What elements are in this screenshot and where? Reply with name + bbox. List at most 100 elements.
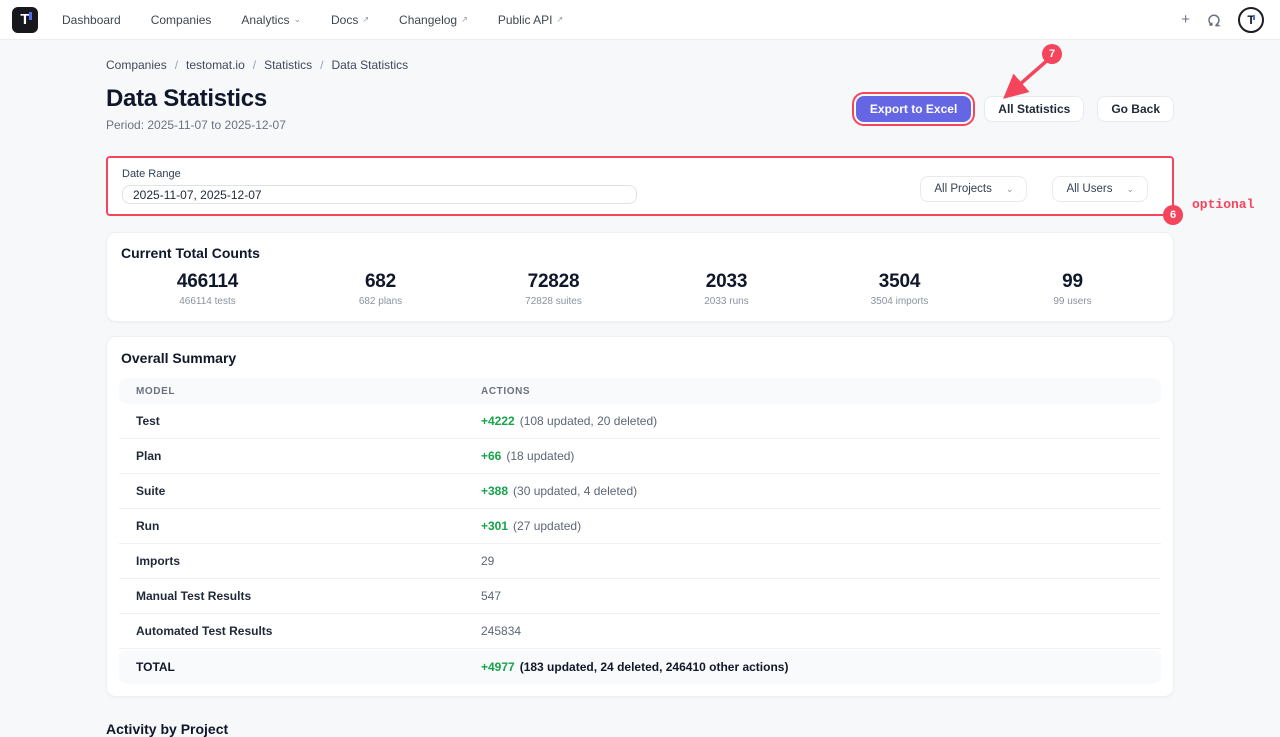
nav-right-controls: + T (1181, 7, 1270, 33)
breadcrumb-companies[interactable]: Companies (106, 58, 167, 72)
count-runs: 2033 2033 runs (640, 271, 813, 307)
nav-item-label: Public API (498, 13, 553, 27)
count-value: 3504 (813, 271, 986, 293)
app-logo[interactable]: T (12, 7, 38, 33)
table-row-manual-test-results: Manual Test Results 547 (119, 579, 1161, 614)
nav-item-analytics[interactable]: Analytics ⌄ (241, 13, 301, 27)
main-content: Companies / testomat.io / Statistics / D… (106, 40, 1174, 737)
count-value: 72828 (467, 271, 640, 293)
breadcrumb-separator: / (175, 58, 178, 72)
breadcrumb-separator: / (253, 58, 256, 72)
count-label: 3504 imports (813, 296, 986, 307)
count-label: 682 plans (294, 296, 467, 307)
detail-text: 29 (481, 554, 494, 568)
detail-text: (30 updated, 4 deleted) (513, 484, 637, 498)
detail-text: (183 updated, 24 deleted, 246410 other a… (520, 660, 789, 674)
count-value: 2033 (640, 271, 813, 293)
detail-text: 245834 (481, 624, 521, 638)
nav-item-label: Analytics (241, 13, 289, 27)
count-suites: 72828 72828 suites (467, 271, 640, 307)
detail-text: 547 (481, 589, 501, 603)
table-row-suite: Suite +388 (30 updated, 4 deleted) (119, 474, 1161, 509)
support-icon[interactable] (1206, 12, 1222, 28)
breadcrumb-separator: / (320, 58, 323, 72)
summary-title: Overall Summary (119, 350, 1161, 366)
nav-item-label: Dashboard (62, 13, 121, 27)
period-text: Period: 2025-11-07 to 2025-12-07 (106, 118, 286, 132)
nav-item-changelog[interactable]: Changelog ↗ (399, 13, 468, 27)
table-row-run: Run +301 (27 updated) (119, 509, 1161, 544)
count-label: 466114 tests (121, 296, 294, 307)
user-avatar[interactable]: T (1238, 7, 1264, 33)
breadcrumb-statistics[interactable]: Statistics (264, 58, 312, 72)
actions-cell: 245834 (481, 624, 1161, 638)
count-label: 2033 runs (640, 296, 813, 307)
count-value: 466114 (121, 271, 294, 293)
detail-text: (18 updated) (506, 449, 574, 463)
external-link-icon: ↗ (362, 16, 369, 24)
nav-item-label: Changelog (399, 13, 457, 27)
annotation-optional-label: optional (1192, 197, 1254, 212)
count-tests: 466114 466114 tests (121, 271, 294, 307)
title-block: Data Statistics Period: 2025-11-07 to 20… (106, 85, 286, 132)
model-cell: Automated Test Results (136, 624, 481, 638)
nav-item-label: Companies (151, 13, 212, 27)
count-value: 99 (986, 271, 1159, 293)
activity-by-project-title: Activity by Project (106, 721, 1174, 737)
table-row-plan: Plan +66 (18 updated) (119, 439, 1161, 474)
chevron-down-icon: ⌄ (293, 15, 301, 24)
users-dropdown-value: All Users (1066, 183, 1112, 195)
nav-item-companies[interactable]: Companies (151, 13, 212, 27)
breadcrumb-company[interactable]: testomat.io (186, 58, 245, 72)
actions-cell: 29 (481, 554, 1161, 568)
actions-cell: +4222 (108 updated, 20 deleted) (481, 414, 1161, 428)
avatar-accent (1253, 15, 1255, 20)
delta-value: +388 (481, 484, 508, 498)
projects-dropdown-value: All Projects (934, 183, 992, 195)
count-label: 99 users (986, 296, 1159, 307)
table-row-total: TOTAL +4977 (183 updated, 24 deleted, 24… (119, 650, 1161, 684)
counts-title: Current Total Counts (121, 245, 1159, 261)
count-label: 72828 suites (467, 296, 640, 307)
count-imports: 3504 3504 imports (813, 271, 986, 307)
model-cell: Test (136, 414, 481, 428)
summary-table: Model Actions Test +4222 (108 updated, 2… (119, 378, 1161, 684)
export-to-excel-button[interactable]: Export to Excel (856, 96, 971, 122)
external-link-icon: ↗ (557, 16, 564, 24)
nav-item-docs[interactable]: Docs ↗ (331, 13, 369, 27)
column-header-model: Model (136, 386, 481, 397)
actions-cell: 547 (481, 589, 1161, 603)
counts-row: 466114 466114 tests 682 682 plans 72828 … (121, 271, 1159, 307)
model-cell: TOTAL (136, 660, 481, 674)
actions-cell: +388 (30 updated, 4 deleted) (481, 484, 1161, 498)
nav-item-dashboard[interactable]: Dashboard (62, 13, 121, 27)
plus-icon[interactable]: + (1181, 12, 1190, 27)
table-header-row: Model Actions (119, 378, 1161, 404)
nav-item-label: Docs (331, 13, 358, 27)
detail-text: (108 updated, 20 deleted) (520, 414, 657, 428)
table-row-test: Test +4222 (108 updated, 20 deleted) (119, 404, 1161, 439)
breadcrumb-current: Data Statistics (331, 58, 408, 72)
date-range-card: Date Range All Projects ⌄ All Users ⌄ 6 (106, 156, 1174, 216)
count-value: 682 (294, 271, 467, 293)
annotation-step-badge-6: 6 (1163, 205, 1183, 225)
model-cell: Manual Test Results (136, 589, 481, 603)
count-plans: 682 682 plans (294, 271, 467, 307)
users-dropdown[interactable]: All Users ⌄ (1052, 176, 1148, 202)
delta-value: +4222 (481, 414, 515, 428)
date-range-input[interactable] (122, 185, 637, 204)
page-title: Data Statistics (106, 85, 286, 113)
column-header-actions: Actions (481, 386, 1161, 397)
go-back-button[interactable]: Go Back (1097, 96, 1174, 122)
actions-cell: +4977 (183 updated, 24 deleted, 246410 o… (481, 660, 1161, 674)
date-range-field: Date Range (122, 168, 637, 204)
nav-item-public-api[interactable]: Public API ↗ (498, 13, 563, 27)
external-link-icon: ↗ (461, 16, 468, 24)
annotation-step-badge-7: 7 (1042, 44, 1062, 64)
table-row-automated-test-results: Automated Test Results 245834 (119, 614, 1161, 649)
table-row-imports: Imports 29 (119, 544, 1161, 579)
projects-dropdown[interactable]: All Projects ⌄ (920, 176, 1027, 202)
date-range-label: Date Range (122, 168, 637, 180)
actions-cell: +301 (27 updated) (481, 519, 1161, 533)
top-navigation: T Dashboard Companies Analytics ⌄ Docs ↗… (0, 0, 1280, 40)
